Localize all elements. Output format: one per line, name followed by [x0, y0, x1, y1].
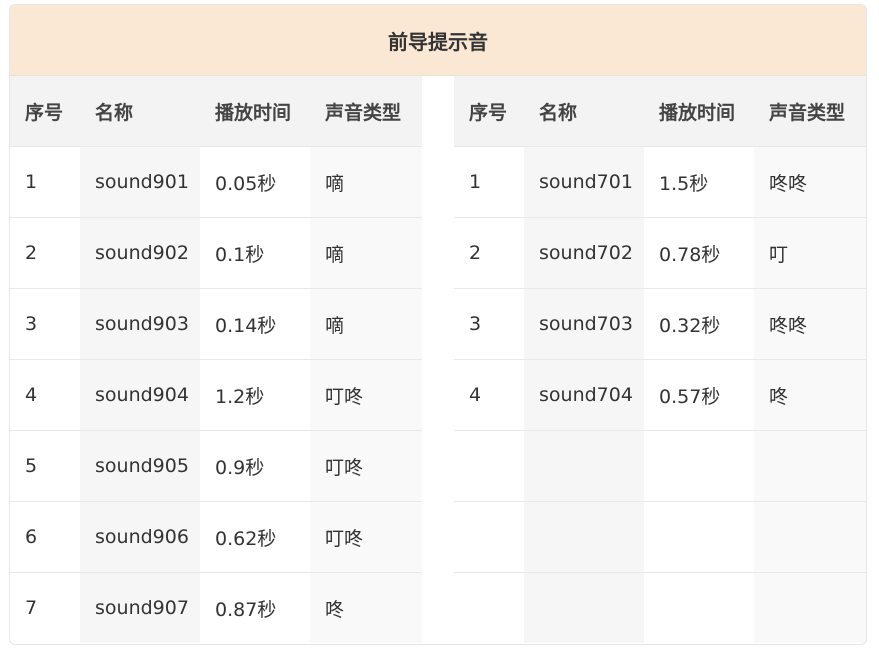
cell-index: 4: [454, 359, 524, 431]
cell-sound-name: [524, 501, 644, 573]
table-row: 5 sound905 0.9秒 叮咚: [10, 430, 422, 502]
table-row: 1 sound901 0.05秒嘀: [10, 146, 422, 218]
cell-duration: 1.2秒: [200, 359, 310, 431]
tables-area: 序号 名称 播放时间 声音类型 1 sound901 0.05秒嘀 2 sound902…: [10, 76, 866, 644]
cell-index: 4: [10, 359, 80, 431]
cell-sound-type: 叮咚: [310, 430, 422, 502]
right-sound-table: 序号 名称 播放时间 声音类型 1 sound701 1.5秒 咚咚 2 sound702…: [454, 76, 866, 643]
cell-sound-name: sound701: [524, 146, 644, 218]
cell-sound-type: 咚咚: [754, 146, 866, 218]
cell-duration: [644, 572, 754, 643]
cell-duration: 0.87秒: [200, 572, 310, 643]
cell-sound-name: sound901: [80, 146, 200, 218]
cell-index: 2: [10, 217, 80, 289]
cell-sound-type: [754, 430, 866, 502]
cell-sound-type: 嘀: [310, 146, 422, 218]
cell-duration: [644, 501, 754, 573]
table-row: 4 sound704 0.57秒咚: [454, 359, 866, 431]
cell-index: 2: [454, 217, 524, 289]
cell-index: 6: [10, 501, 80, 573]
cell-duration: 0.14秒: [200, 288, 310, 360]
left-sound-table: 序号 名称 播放时间 声音类型 1 sound901 0.05秒嘀 2 sound902…: [10, 76, 422, 643]
cell-sound-type: 叮: [754, 217, 866, 289]
cell-sound-name: sound906: [80, 501, 200, 573]
cell-sound-type: 咚: [310, 572, 422, 643]
panel-title: 前导提示音: [10, 5, 866, 76]
cell-index: 1: [10, 146, 80, 218]
table-row: 4 sound904 1.2秒 叮咚: [10, 359, 422, 431]
prompt-tone-panel: 前导提示音 序号 名称 播放时间 声音类型 1 sound901 0.05秒嘀 2 so…: [9, 4, 867, 645]
cell-sound-name: sound907: [80, 572, 200, 643]
cell-sound-type: 嘀: [310, 288, 422, 360]
table-header-row: 序号 名称 播放时间 声音类型: [10, 76, 422, 147]
table-row: 7 sound907 0.87秒咚: [10, 572, 422, 643]
cell-sound-type: 咚咚: [754, 288, 866, 360]
table-row: 3 sound703 0.32秒 咚咚: [454, 288, 866, 360]
cell-duration: [644, 430, 754, 502]
cell-duration: 0.05秒: [200, 146, 310, 218]
cell-sound-type: 叮咚: [310, 501, 422, 573]
header-sound-type: 声音类型: [310, 76, 422, 147]
cell-index: 7: [10, 572, 80, 643]
cell-sound-type: 嘀: [310, 217, 422, 289]
cell-sound-name: [524, 430, 644, 502]
cell-index: 5: [10, 430, 80, 502]
cell-sound-name: sound905: [80, 430, 200, 502]
cell-index: [454, 501, 524, 573]
table-row: 1 sound701 1.5秒 咚咚: [454, 146, 866, 218]
table-row: 3 sound903 0.14秒嘀: [10, 288, 422, 360]
cell-sound-type: 叮咚: [310, 359, 422, 431]
header-index: 序号: [454, 76, 524, 147]
cell-index: [454, 430, 524, 502]
cell-sound-name: sound702: [524, 217, 644, 289]
cell-duration: 0.62秒: [200, 501, 310, 573]
header-name: 名称: [524, 76, 644, 147]
table-row: 2 sound702 0.78秒叮: [454, 217, 866, 289]
cell-sound-name: [524, 572, 644, 643]
cell-duration: 0.9秒: [200, 430, 310, 502]
cell-duration: 0.1秒: [200, 217, 310, 289]
cell-duration: 0.57秒: [644, 359, 754, 431]
table-row: 6 sound906 0.62秒 叮咚: [10, 501, 422, 573]
cell-sound-type: [754, 501, 866, 573]
cell-duration: 0.32秒: [644, 288, 754, 360]
cell-index: 3: [454, 288, 524, 360]
header-duration: 播放时间: [644, 76, 754, 147]
cell-sound-type: 咚: [754, 359, 866, 431]
table-row: 2 sound902 0.1秒嘀: [10, 217, 422, 289]
cell-duration: 1.5秒: [644, 146, 754, 218]
header-sound-type: 声音类型: [754, 76, 866, 147]
header-duration: 播放时间: [200, 76, 310, 147]
table-row: [454, 430, 866, 502]
cell-index: 1: [454, 146, 524, 218]
cell-index: [454, 572, 524, 643]
cell-sound-name: sound902: [80, 217, 200, 289]
table-row: [454, 501, 866, 573]
table-header-row: 序号 名称 播放时间 声音类型: [454, 76, 866, 147]
cell-sound-type: [754, 572, 866, 643]
cell-index: 3: [10, 288, 80, 360]
header-index: 序号: [10, 76, 80, 147]
cell-sound-name: sound704: [524, 359, 644, 431]
cell-duration: 0.78秒: [644, 217, 754, 289]
table-row: [454, 572, 866, 643]
cell-sound-name: sound703: [524, 288, 644, 360]
cell-sound-name: sound903: [80, 288, 200, 360]
cell-sound-name: sound904: [80, 359, 200, 431]
header-name: 名称: [80, 76, 200, 147]
